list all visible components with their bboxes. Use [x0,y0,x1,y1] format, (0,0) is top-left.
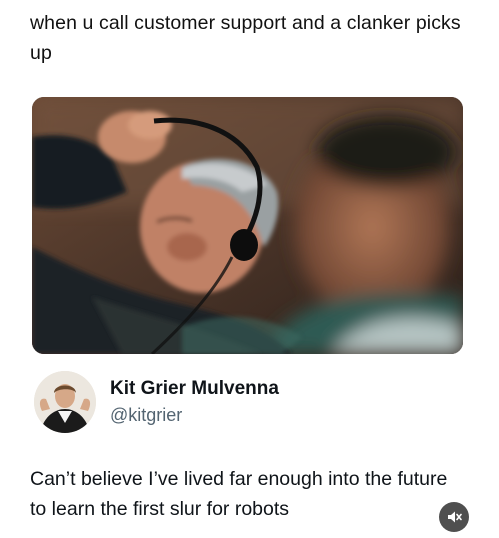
photo-illustration [32,97,463,354]
avatar-illustration [34,371,96,433]
author-handle[interactable]: @kitgrier [110,405,182,426]
tweet-text: Can’t believe I’ve lived far enough into… [30,468,448,520]
meme-photo[interactable] [32,97,463,354]
author-name[interactable]: Kit Grier Mulvenna [110,378,279,400]
author-avatar[interactable] [34,371,96,433]
meme-caption: when u call customer support and a clank… [30,12,461,64]
mute-button[interactable] [439,502,469,532]
tweet-author-header[interactable]: Kit Grier Mulvenna @kitgrier [34,371,454,435]
speaker-muted-icon [448,511,462,523]
